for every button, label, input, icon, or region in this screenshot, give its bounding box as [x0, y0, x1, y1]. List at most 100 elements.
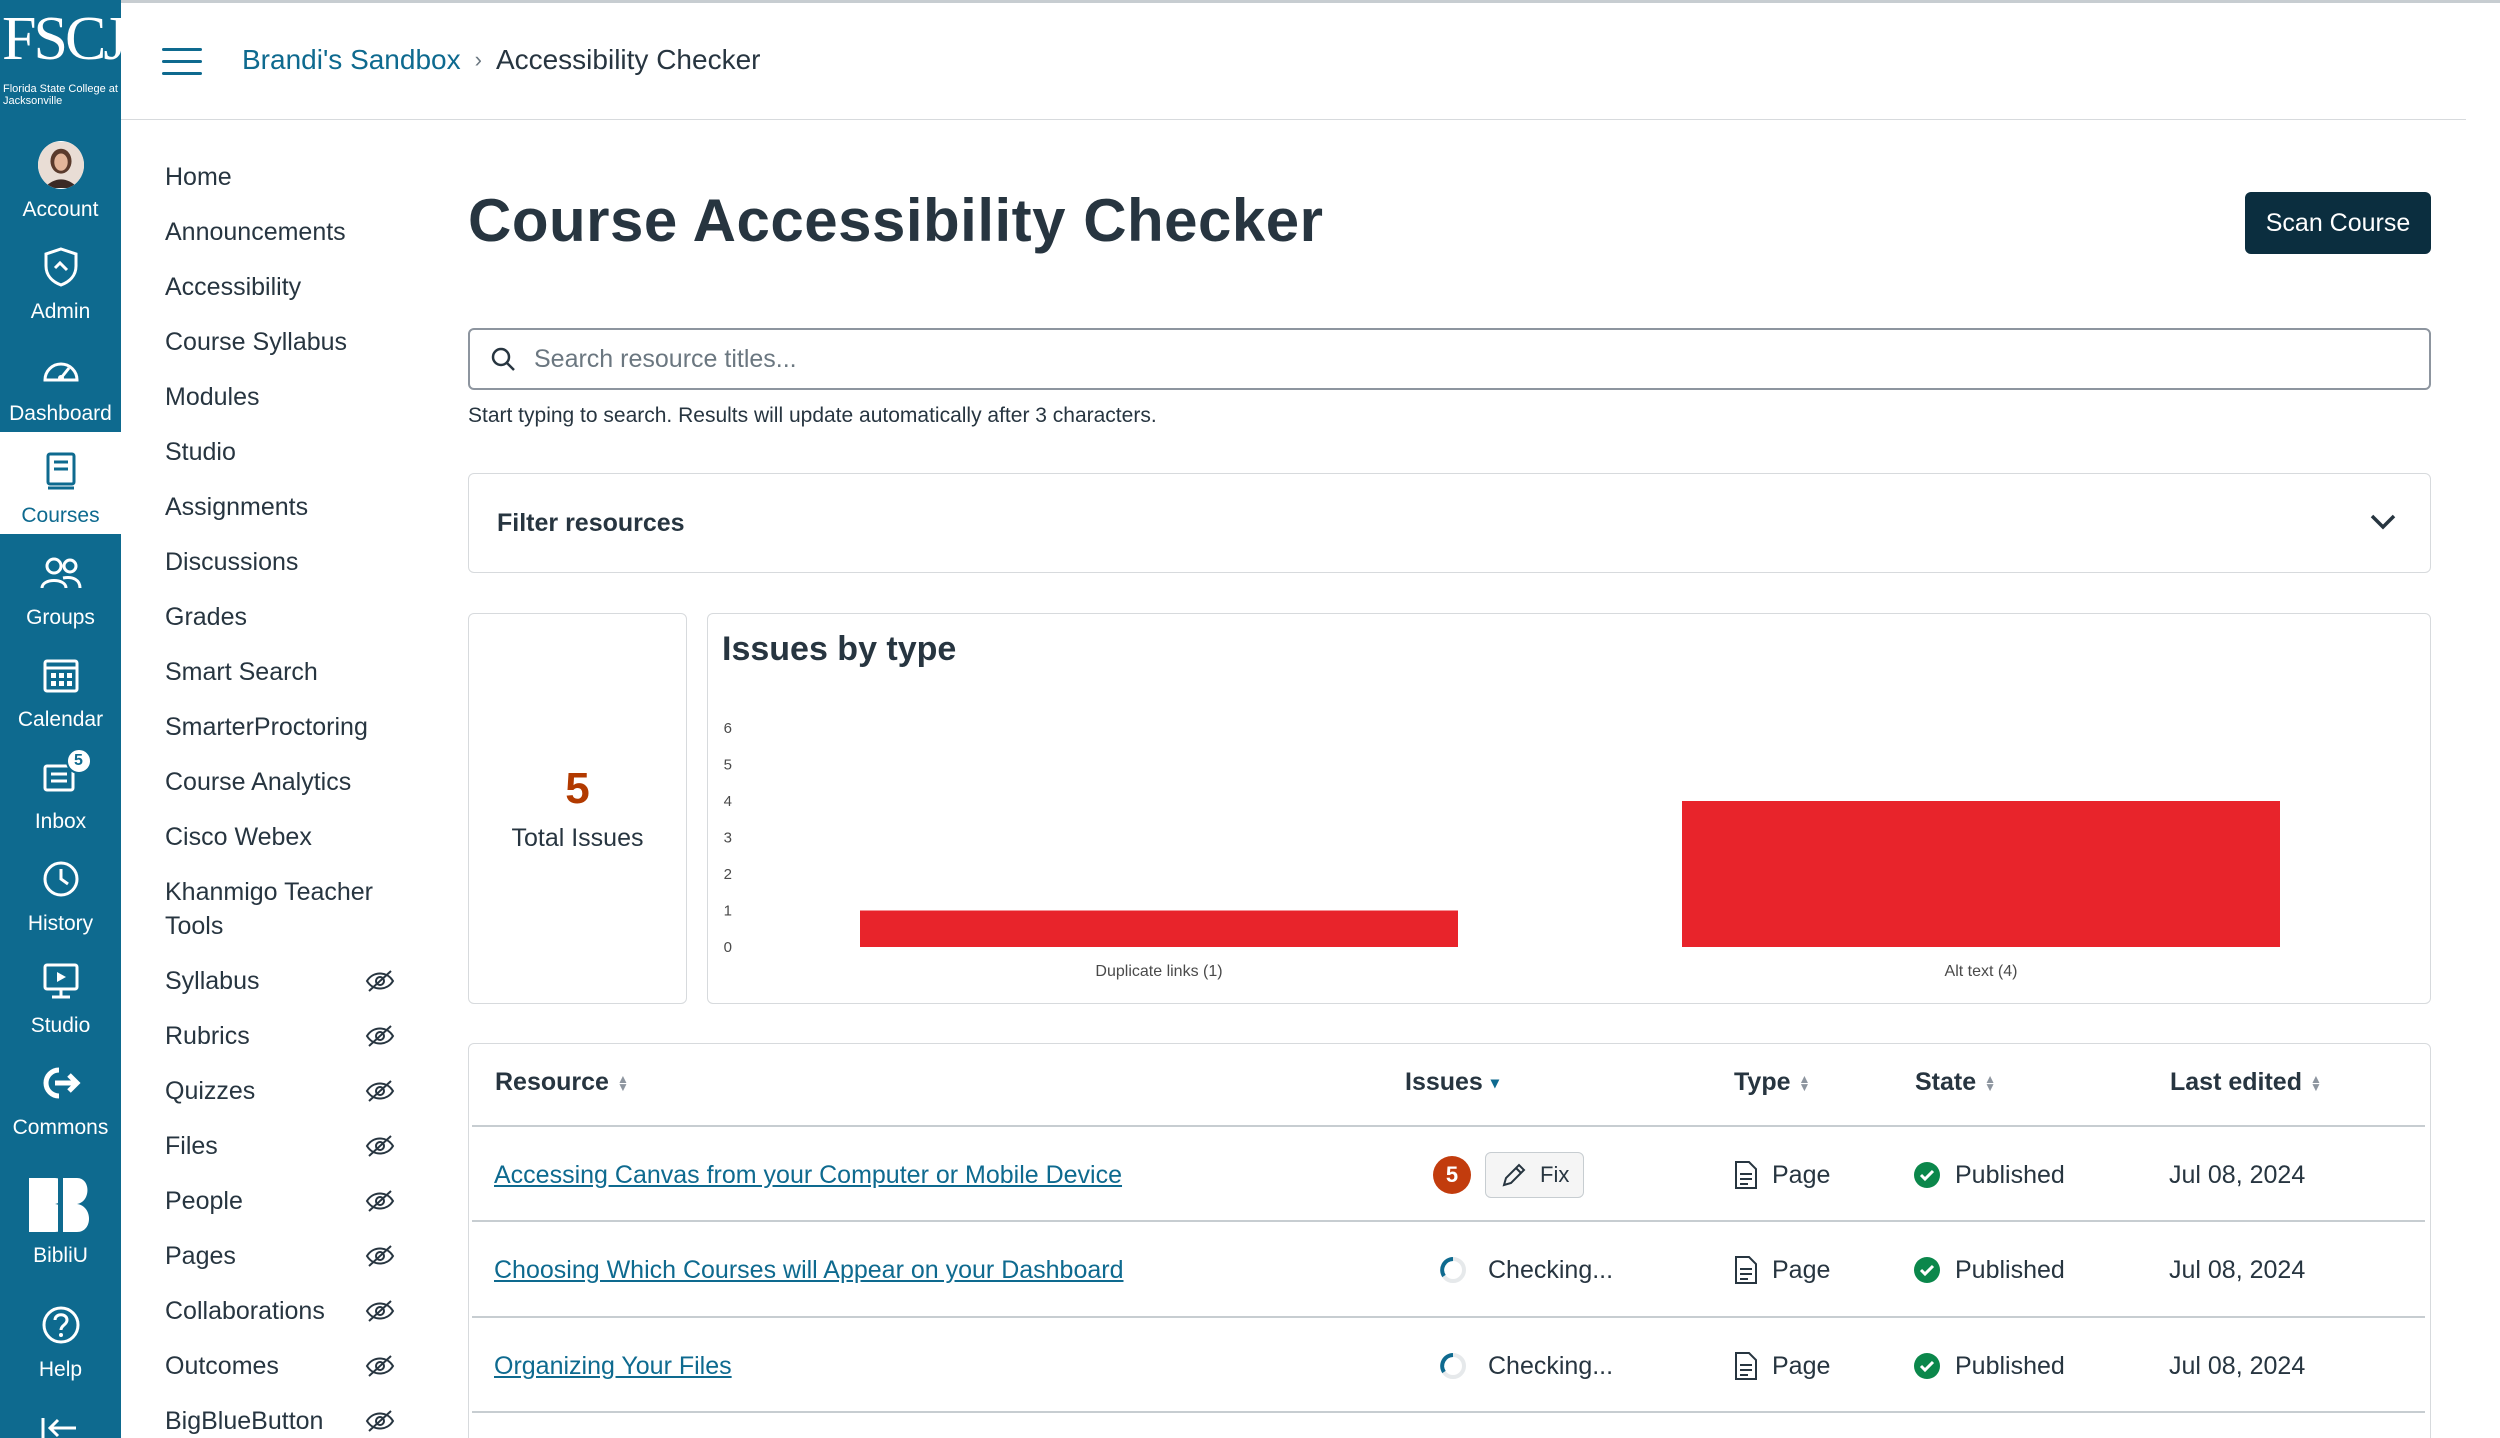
bar-0[interactable]: [860, 910, 1458, 948]
book-icon: [38, 448, 84, 494]
row-divider: [472, 1220, 2425, 1222]
course-nav-files[interactable]: Files: [165, 1129, 395, 1163]
y-tick-label: 1: [724, 903, 732, 920]
global-nav-commons[interactable]: Commons: [0, 1044, 121, 1146]
search-input[interactable]: [534, 344, 2334, 374]
table-row-3-issues: Checking...: [1438, 1346, 1613, 1386]
breadcrumb-separator-icon: ›: [474, 47, 482, 72]
global-nav-history[interactable]: History: [0, 840, 121, 942]
course-nav-bigbluebutton[interactable]: BigBlueButton: [165, 1404, 395, 1438]
fix-button[interactable]: Fix: [1485, 1152, 1585, 1198]
global-nav-help[interactable]: Help: [0, 1286, 121, 1388]
resource-link[interactable]: Organizing Your Files: [494, 1352, 732, 1381]
course-nav-quizzes[interactable]: Quizzes: [165, 1074, 395, 1108]
y-tick-label: 4: [724, 793, 732, 810]
hidden-from-students-icon: [365, 1190, 395, 1212]
column-header-resource[interactable]: Resource ▲ ▼: [495, 1068, 629, 1097]
y-tick-label: 3: [724, 830, 732, 847]
table-row-2-state: Published: [1913, 1250, 2065, 1290]
y-tick-label: 6: [724, 720, 732, 737]
course-nav-discussions[interactable]: Discussions: [165, 545, 395, 579]
course-nav-syllabus[interactable]: Syllabus: [165, 964, 395, 998]
course-nav-grades[interactable]: Grades: [165, 600, 395, 634]
groups-icon: [38, 550, 84, 596]
search-field[interactable]: [468, 328, 2431, 390]
course-nav-smarterproctoring[interactable]: SmarterProctoring: [165, 710, 395, 744]
studio-icon: [38, 958, 84, 1004]
hidden-from-students-icon: [365, 1135, 395, 1157]
course-nav-label: People: [165, 1187, 243, 1215]
global-nav-calendar[interactable]: Calendar: [0, 636, 121, 738]
global-nav-label: Account: [22, 198, 99, 221]
course-nav-modules[interactable]: Modules: [165, 380, 395, 414]
y-tick-label: 2: [724, 866, 732, 883]
bar-1[interactable]: [1682, 801, 2280, 947]
resource-link[interactable]: Choosing Which Courses will Appear on yo…: [494, 1256, 1124, 1285]
course-nav-smart-search[interactable]: Smart Search: [165, 655, 395, 689]
filter-resources-toggle[interactable]: Filter resources: [468, 473, 2431, 573]
global-nav-courses[interactable]: Courses: [0, 432, 121, 534]
table-row-2-type: Page: [1734, 1250, 1830, 1290]
global-nav-account[interactable]: Account: [0, 126, 121, 228]
course-nav-pages[interactable]: Pages: [165, 1239, 395, 1273]
course-nav-assignments[interactable]: Assignments: [165, 490, 395, 524]
scan-course-button[interactable]: Scan Course: [2245, 192, 2431, 254]
course-nav-label: Course Syllabus: [165, 328, 348, 356]
fscj-logo[interactable]: FSCJ Florida State College at Jacksonvil…: [0, 0, 127, 116]
course-nav-outcomes[interactable]: Outcomes: [165, 1349, 395, 1383]
course-nav-label: Outcomes: [165, 1352, 279, 1380]
table-row-3-resource: Organizing Your Files: [494, 1346, 732, 1386]
hidden-from-students-icon: [365, 1300, 395, 1322]
state-label: Published: [1955, 1351, 2065, 1380]
course-nav-label: Discussions: [165, 548, 299, 576]
global-nav-dashboard[interactable]: Dashboard: [0, 330, 121, 432]
global-nav-bibliu[interactable]: BibliU: [0, 1160, 121, 1278]
column-header-issues[interactable]: Issues ▾: [1405, 1068, 1499, 1097]
breadcrumb: Brandi's Sandbox › Accessibility Checker: [242, 44, 760, 76]
avatar: [37, 141, 84, 189]
course-nav-label: Khanmigo Teacher Tools: [165, 878, 374, 940]
course-nav-home[interactable]: Home: [165, 160, 395, 194]
checking-status: Checking...: [1488, 1255, 1614, 1284]
column-header-state[interactable]: State ▲ ▼: [1915, 1068, 1996, 1097]
course-nav-label: SmarterProctoring: [165, 713, 368, 741]
calendar-icon: [38, 652, 84, 698]
collapse-nav-icon[interactable]: [40, 1414, 80, 1438]
loading-spinner-icon: [1440, 1257, 1466, 1283]
table-row-2-resource: Choosing Which Courses will Appear on yo…: [494, 1250, 1124, 1290]
global-nav-inbox[interactable]: 5 Inbox: [0, 738, 121, 840]
column-header-label: Issues: [1405, 1068, 1483, 1096]
course-nav-cisco-webex[interactable]: Cisco Webex: [165, 820, 395, 854]
type-label: Page: [1772, 1351, 1831, 1380]
course-nav-label: Modules: [165, 383, 260, 411]
hidden-from-students-icon: [365, 1080, 395, 1102]
resource-link[interactable]: Accessing Canvas from your Computer or M…: [494, 1161, 1122, 1190]
course-nav-accessibility[interactable]: Accessibility: [165, 270, 395, 304]
hidden-from-students-icon: [365, 1355, 395, 1377]
column-header-last-edited[interactable]: Last edited ▲ ▼: [2170, 1068, 2322, 1097]
logo-subtitle: Florida State College at Jacksonville: [3, 83, 118, 107]
course-nav-khanmigo-teacher-tools[interactable]: Khanmigo Teacher Tools: [165, 875, 395, 943]
course-nav-course-analytics[interactable]: Course Analytics: [165, 765, 395, 799]
course-nav-label: Grades: [165, 603, 247, 631]
hamburger-menu-icon[interactable]: [162, 48, 202, 78]
course-nav-studio[interactable]: Studio: [165, 435, 395, 469]
breadcrumb-course-link[interactable]: Brandi's Sandbox: [242, 44, 461, 76]
global-nav-studio[interactable]: Studio: [0, 942, 121, 1044]
global-nav-admin[interactable]: Admin: [0, 228, 121, 330]
column-header-type[interactable]: Type ▲ ▼: [1734, 1068, 1810, 1097]
total-issues-label: Total Issues: [511, 824, 644, 852]
sort-icon: ▲ ▼: [1984, 1071, 1997, 1094]
course-nav-announcements[interactable]: Announcements: [165, 215, 395, 249]
table-row-1-type: Page: [1734, 1155, 1830, 1195]
course-nav-people[interactable]: People: [165, 1184, 395, 1218]
global-nav-groups[interactable]: Groups: [0, 534, 121, 636]
course-nav-course-syllabus[interactable]: Course Syllabus: [165, 325, 395, 359]
sort-icon: ▲ ▼: [616, 1071, 629, 1094]
issues-by-type-chart: Issues by type 0 1 2 3 4 5 6 Duplicate links (1…: [707, 613, 2431, 1004]
state-label: Published: [1955, 1160, 2065, 1189]
pencil-icon: [1502, 1163, 1526, 1187]
course-nav-collaborations[interactable]: Collaborations: [165, 1294, 395, 1328]
breadcrumb-current: Accessibility Checker: [495, 44, 761, 75]
course-nav-rubrics[interactable]: Rubrics: [165, 1019, 395, 1053]
